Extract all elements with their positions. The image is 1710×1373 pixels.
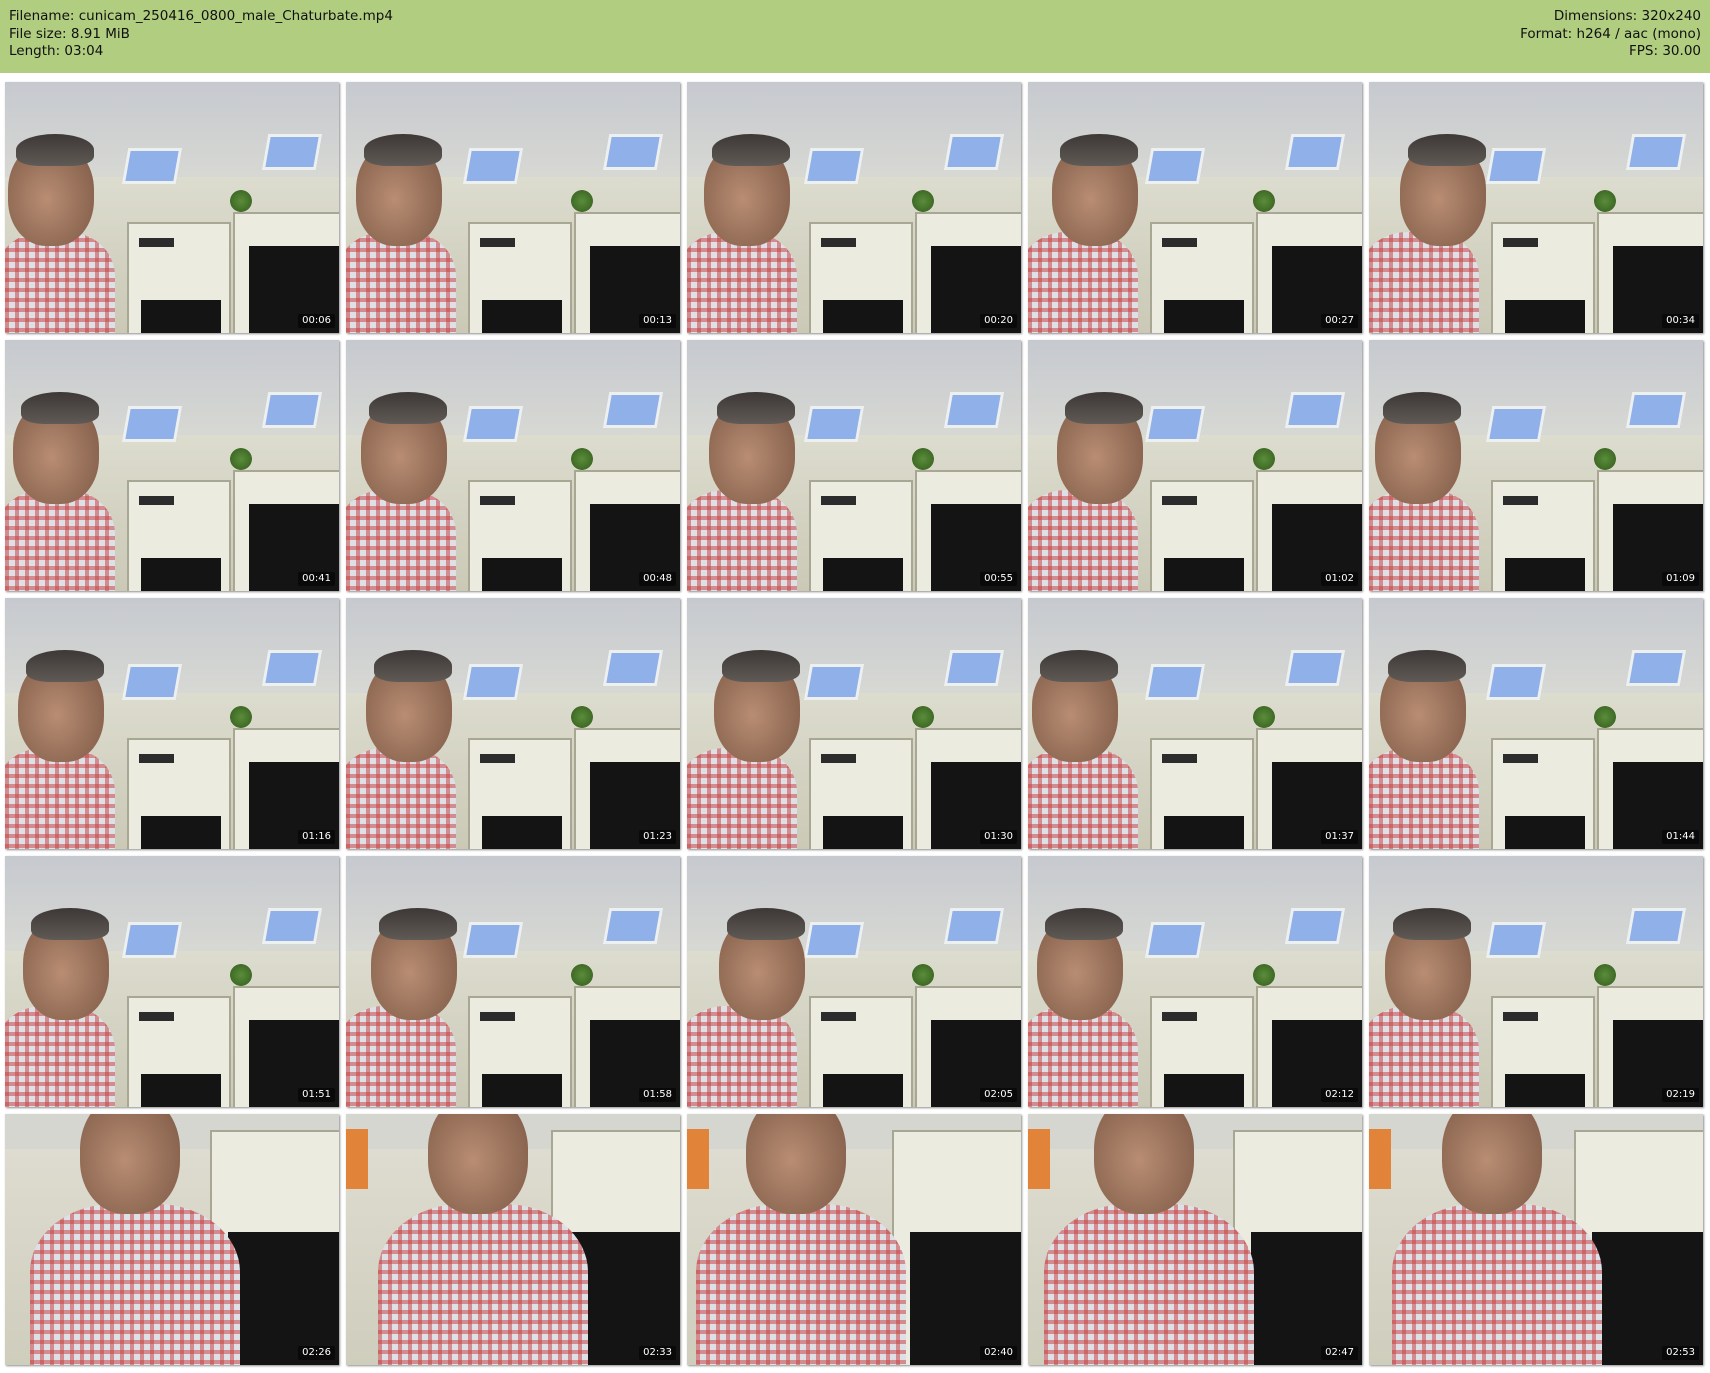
- frame-image: [346, 82, 680, 333]
- frame-image: [5, 1114, 339, 1365]
- frame-timestamp: 02:19: [1662, 1088, 1699, 1102]
- frame-image: [5, 82, 339, 333]
- frame-image: [687, 82, 1021, 333]
- frame-image: [1028, 856, 1362, 1107]
- frame-timestamp: 00:20: [980, 314, 1017, 328]
- video-frame-thumbnail: 01:16: [5, 598, 339, 849]
- video-frame-thumbnail: 02:26: [5, 1114, 339, 1365]
- video-frame-thumbnail: 00:06: [5, 82, 339, 333]
- info-header: Filename: cunicam_250416_0800_male_Chatu…: [0, 0, 1710, 73]
- frame-image: [1028, 82, 1362, 333]
- frame-timestamp: 01:02: [1321, 572, 1358, 586]
- frame-image: [1369, 82, 1703, 333]
- frame-image: [1369, 340, 1703, 591]
- filename-text: Filename: cunicam_250416_0800_male_Chatu…: [9, 8, 393, 24]
- frame-image: [687, 340, 1021, 591]
- video-frame-thumbnail: 01:51: [5, 856, 339, 1107]
- video-frame-thumbnail: 00:13: [346, 82, 680, 333]
- frame-timestamp: 02:05: [980, 1088, 1017, 1102]
- frame-timestamp: 00:34: [1662, 314, 1699, 328]
- frame-timestamp: 01:16: [298, 830, 335, 844]
- video-frame-thumbnail: 00:41: [5, 340, 339, 591]
- video-frame-thumbnail: 02:19: [1369, 856, 1703, 1107]
- frame-timestamp: 02:40: [980, 1346, 1017, 1360]
- frame-image: [687, 856, 1021, 1107]
- frame-timestamp: 02:47: [1321, 1346, 1358, 1360]
- video-frame-thumbnail: 01:30: [687, 598, 1021, 849]
- frame-timestamp: 01:09: [1662, 572, 1699, 586]
- video-frame-thumbnail: 01:58: [346, 856, 680, 1107]
- fps-text: FPS: 30.00: [1629, 43, 1701, 59]
- file-info-right: Dimensions: 320x240 Format: h264 / aac (…: [1520, 8, 1701, 61]
- file-size-text: File size: 8.91 MiB: [9, 25, 130, 42]
- video-frame-thumbnail: 02:33: [346, 1114, 680, 1365]
- format-text: Format: h264 / aac (mono): [1520, 25, 1701, 42]
- video-frame-thumbnail: 02:05: [687, 856, 1021, 1107]
- frame-image: [1028, 1114, 1362, 1365]
- frame-image: [346, 598, 680, 849]
- frame-image: [687, 1114, 1021, 1365]
- frame-timestamp: 02:33: [639, 1346, 676, 1360]
- video-frame-thumbnail: 02:53: [1369, 1114, 1703, 1365]
- frame-image: [1028, 598, 1362, 849]
- video-frame-thumbnail: 01:02: [1028, 340, 1362, 591]
- video-frame-thumbnail: 01:37: [1028, 598, 1362, 849]
- frame-timestamp: 01:30: [980, 830, 1017, 844]
- video-frame-thumbnail: 01:44: [1369, 598, 1703, 849]
- video-frame-thumbnail: 01:23: [346, 598, 680, 849]
- frame-image: [346, 340, 680, 591]
- frame-timestamp: 01:44: [1662, 830, 1699, 844]
- frame-timestamp: 00:48: [639, 572, 676, 586]
- frame-image: [5, 598, 339, 849]
- video-frame-thumbnail: 00:48: [346, 340, 680, 591]
- frame-image: [5, 856, 339, 1107]
- video-frame-thumbnail: 00:55: [687, 340, 1021, 591]
- frame-timestamp: 00:27: [1321, 314, 1358, 328]
- frame-image: [1028, 340, 1362, 591]
- thumbnail-grid: 00:06 00:13 00:20 00:27 00:34 00:41 00:48 00:55…: [5, 82, 1703, 1365]
- frame-image: [346, 856, 680, 1107]
- frame-timestamp: 01:58: [639, 1088, 676, 1102]
- video-frame-thumbnail: 02:47: [1028, 1114, 1362, 1365]
- frame-timestamp: 02:12: [1321, 1088, 1358, 1102]
- frame-image: [687, 598, 1021, 849]
- video-frame-thumbnail: 01:09: [1369, 340, 1703, 591]
- frame-image: [1369, 1114, 1703, 1365]
- video-frame-thumbnail: 00:20: [687, 82, 1021, 333]
- frame-timestamp: 01:51: [298, 1088, 335, 1102]
- video-frame-thumbnail: 02:40: [687, 1114, 1021, 1365]
- file-info-left: Filename: cunicam_250416_0800_male_Chatu…: [9, 8, 393, 61]
- frame-timestamp: 02:53: [1662, 1346, 1699, 1360]
- frame-timestamp: 00:55: [980, 572, 1017, 586]
- frame-image: [1369, 856, 1703, 1107]
- length-text: Length: 03:04: [9, 43, 104, 59]
- frame-timestamp: 00:13: [639, 314, 676, 328]
- frame-image: [5, 340, 339, 591]
- dimensions-text: Dimensions: 320x240: [1553, 8, 1701, 24]
- frame-timestamp: 00:06: [298, 314, 335, 328]
- frame-timestamp: 02:26: [298, 1346, 335, 1360]
- video-frame-thumbnail: 00:27: [1028, 82, 1362, 333]
- video-frame-thumbnail: 02:12: [1028, 856, 1362, 1107]
- frame-timestamp: 00:41: [298, 572, 335, 586]
- frame-image: [1369, 598, 1703, 849]
- video-frame-thumbnail: 00:34: [1369, 82, 1703, 333]
- frame-image: [346, 1114, 680, 1365]
- frame-timestamp: 01:37: [1321, 830, 1358, 844]
- frame-timestamp: 01:23: [639, 830, 676, 844]
